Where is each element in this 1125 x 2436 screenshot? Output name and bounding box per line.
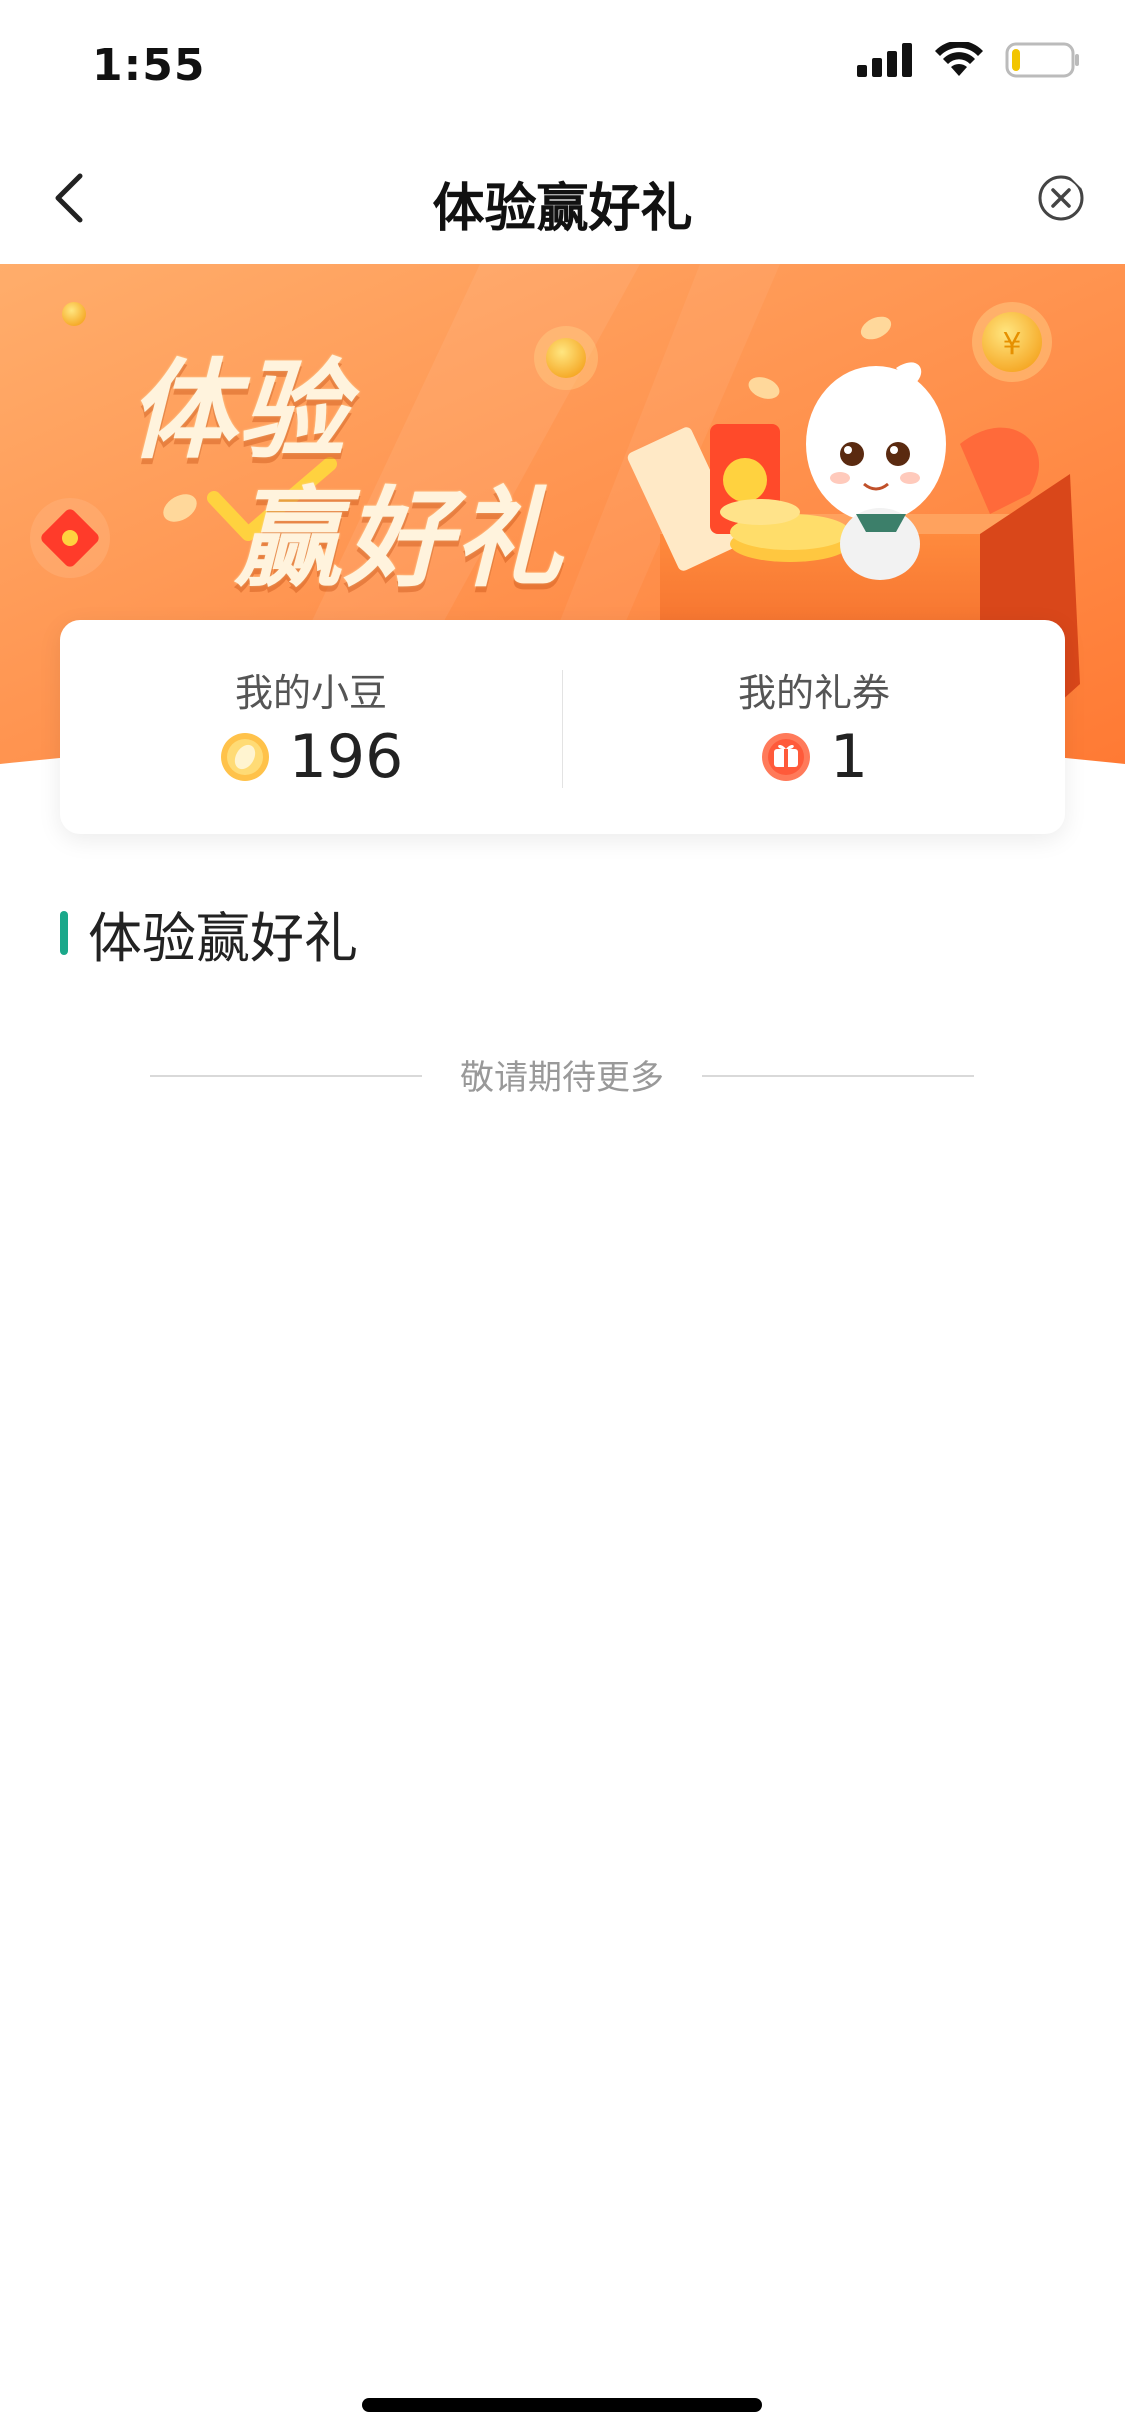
close-circle-icon [1038, 175, 1084, 221]
status-bar: 1:55 [0, 0, 1125, 132]
section-title: 体验赢好礼 [88, 906, 358, 970]
close-button[interactable] [1029, 166, 1093, 230]
divider-line-right [702, 1075, 974, 1077]
coupons-value-row: 1 [563, 722, 1065, 792]
stats-card: 我的小豆 196 我的礼券 1 [60, 620, 1065, 834]
svg-text:¥: ¥ [1002, 327, 1021, 362]
banner-title-line2: 赢好礼 [234, 477, 565, 602]
bean-coin-icon [220, 733, 269, 781]
signal-icon [857, 43, 912, 77]
gift-coupon-icon [761, 733, 810, 781]
section-accent-bar [60, 911, 68, 955]
beans-count: 196 [288, 722, 404, 792]
coupons-label: 我的礼券 [737, 671, 890, 715]
nav-bar: 体验赢好礼 [0, 132, 1125, 264]
page-title: 体验赢好礼 [432, 179, 693, 239]
status-time: 1:55 [92, 40, 206, 91]
coupons-stat[interactable]: 我的礼券 1 [563, 620, 1065, 834]
status-icons [857, 42, 1081, 78]
wifi-icon [935, 42, 983, 76]
beans-label: 我的小豆 [234, 671, 387, 715]
coupons-count: 1 [829, 722, 869, 792]
battery-icon [1005, 42, 1079, 78]
beans-stat[interactable]: 我的小豆 196 [60, 620, 562, 834]
home-indicator[interactable] [362, 2398, 762, 2412]
beans-value-row: 196 [60, 722, 562, 792]
section-heading: 体验赢好礼 [60, 898, 358, 970]
more-coming-divider: 敬请期待更多 [150, 1050, 974, 1100]
